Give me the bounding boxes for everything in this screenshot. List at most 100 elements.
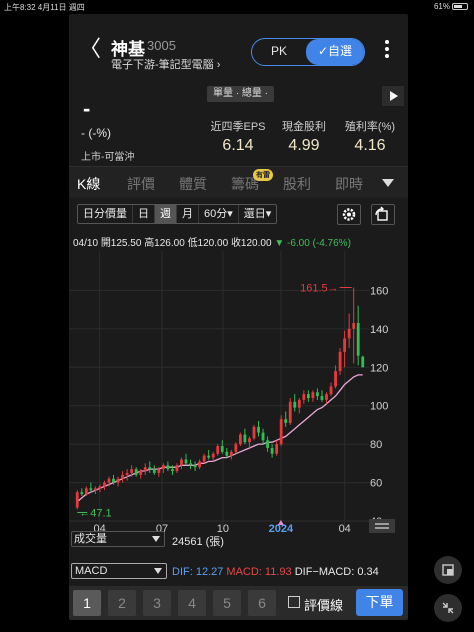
- macd-diff: DIF−MACD: 0.34: [294, 566, 379, 578]
- candle-body: [306, 394, 310, 398]
- candle-body: [152, 469, 156, 473]
- ohlc-readout: 04/10 開125.50 高126.00 低120.00 收120.00 ▼ …: [73, 234, 351, 249]
- stock-category-link[interactable]: 電子下游-筆記型電腦 ›: [111, 56, 220, 72]
- fullscreen-button[interactable]: [371, 204, 395, 225]
- tab-valuation[interactable]: 評價: [127, 174, 155, 194]
- period-toolbar: 日分價量 日 週 月 60分▾ 還日▾: [69, 202, 408, 226]
- tab-dividend[interactable]: 股利: [283, 174, 311, 194]
- candle-body: [347, 328, 351, 339]
- period-month[interactable]: 月: [177, 205, 199, 223]
- candle-body: [279, 419, 283, 445]
- stock-header: 〈 神基 3005 電子下游-筆記型電腦 › PK ✓自選: [69, 14, 408, 74]
- candle-body: [171, 469, 174, 472]
- candle-body: [189, 463, 192, 466]
- candle-body: [238, 434, 242, 445]
- candle-body: [361, 356, 365, 368]
- indicator2-select[interactable]: MACD: [71, 563, 167, 579]
- valuation-line-checkbox[interactable]: [288, 596, 300, 608]
- period-intraday[interactable]: 日分價量: [78, 205, 133, 223]
- layout-button-6[interactable]: 6: [248, 590, 276, 616]
- candle-body: [175, 465, 179, 472]
- candle-body: [198, 461, 202, 468]
- candle-body: [329, 386, 333, 395]
- high-annotation-label: 161.5→: [300, 282, 339, 294]
- order-button[interactable]: 下單: [356, 589, 403, 616]
- tab-fundamentals[interactable]: 體質: [179, 174, 207, 194]
- stat-value: 4.16: [354, 137, 386, 154]
- stock-code: 3005: [147, 38, 176, 53]
- period-week[interactable]: 週: [155, 205, 177, 223]
- more-icon[interactable]: [383, 40, 391, 62]
- ohlc-open: 開125.50: [100, 238, 142, 249]
- stat-value: 4.99: [288, 137, 320, 154]
- app-window: 〈 神基 3005 電子下游-筆記型電腦 › PK ✓自選 單量 · 總量 · …: [69, 14, 408, 620]
- candle-body: [148, 467, 152, 470]
- candle-body: [125, 472, 129, 475]
- pk-button[interactable]: PK: [252, 39, 306, 65]
- period-minutes[interactable]: 60分▾: [199, 205, 239, 223]
- candle-body: [302, 394, 306, 400]
- candle-body: [293, 401, 297, 408]
- period-day[interactable]: 日: [133, 205, 155, 223]
- candle-body: [143, 467, 147, 472]
- macd-row: MACD DIF: 12.27 MACD: 11.93 DIF−MACD: 0.…: [69, 562, 408, 582]
- candle-body: [356, 323, 360, 356]
- layout-button-3[interactable]: 3: [143, 590, 171, 616]
- candle-body: [211, 453, 215, 458]
- indicator1-select[interactable]: 成交量: [71, 531, 165, 547]
- back-button[interactable]: 〈: [79, 38, 101, 60]
- candle-body: [248, 438, 251, 443]
- y-tick-label: 80: [370, 439, 382, 451]
- stat-label: 現金股利: [282, 121, 326, 133]
- candle-body: [166, 465, 170, 470]
- tab-badge: 有雷: [253, 169, 273, 181]
- collapse-button[interactable]: [434, 594, 462, 622]
- candle-body: [243, 434, 247, 443]
- tab-realtime[interactable]: 即時: [335, 174, 363, 194]
- status-bar: 上午8:32 4月11日 週四 61%: [0, 0, 474, 12]
- candle-body: [98, 486, 102, 489]
- candle-body: [161, 465, 165, 470]
- volume-mode-toggle[interactable]: 單量 · 總量 ·: [207, 86, 274, 102]
- candle-body: [89, 488, 93, 491]
- chevron-down-icon[interactable]: [382, 179, 394, 187]
- rotate-icon: [375, 206, 388, 221]
- ohlc-change: ▼ -6.00 (-4.76%): [274, 238, 351, 249]
- layout-button-4[interactable]: 4: [178, 590, 206, 616]
- collapse-icon: [442, 602, 454, 614]
- current-price: -: [83, 96, 91, 121]
- market-type: 上市-可當沖: [81, 152, 135, 163]
- macd-macd: MACD: 11.93: [226, 566, 292, 578]
- layout-button-1[interactable]: 1: [73, 590, 101, 616]
- candle-body: [316, 392, 319, 397]
- candle-body: [130, 469, 134, 473]
- valuation-line-label: 評價線: [304, 598, 344, 613]
- period-selector: 日分價量 日 週 月 60分▾ 還日▾: [77, 204, 278, 224]
- candle-body: [343, 338, 347, 352]
- candle-body: [284, 419, 288, 423]
- y-tick-label: 100: [370, 401, 388, 413]
- pip-button[interactable]: [434, 556, 462, 584]
- kline-chart[interactable]: 160140120100806040161.5→←47.104071020240…: [69, 251, 408, 535]
- wifi-battery-text: 61%: [433, 2, 450, 11]
- stat-label: 殖利率(%): [344, 121, 396, 133]
- battery-icon: [452, 3, 468, 10]
- candle-body: [229, 451, 233, 456]
- candle-body: [257, 426, 260, 433]
- candle-body: [93, 488, 97, 491]
- volume-value: 24561 (張): [172, 536, 224, 548]
- analysis-tabs: K線 評價 體質 籌碼 有雷 股利 即時: [69, 166, 408, 198]
- settings-button[interactable]: [337, 204, 361, 225]
- layout-button-5[interactable]: 5: [213, 590, 241, 616]
- play-icon[interactable]: [382, 86, 404, 106]
- tab-kline[interactable]: K線: [77, 174, 100, 194]
- layout-button-2[interactable]: 2: [108, 590, 136, 616]
- candle-body: [338, 351, 342, 372]
- candle-body: [139, 471, 143, 475]
- price-adjust[interactable]: 還日▾: [239, 205, 277, 223]
- watchlist-button[interactable]: ✓自選: [306, 39, 364, 65]
- kline-svg: 160140120100806040161.5→←47.104071020240…: [69, 251, 395, 535]
- ohlc-high: 高126.00: [144, 238, 185, 249]
- candle-body: [202, 455, 206, 462]
- status-right: 61%: [434, 2, 468, 11]
